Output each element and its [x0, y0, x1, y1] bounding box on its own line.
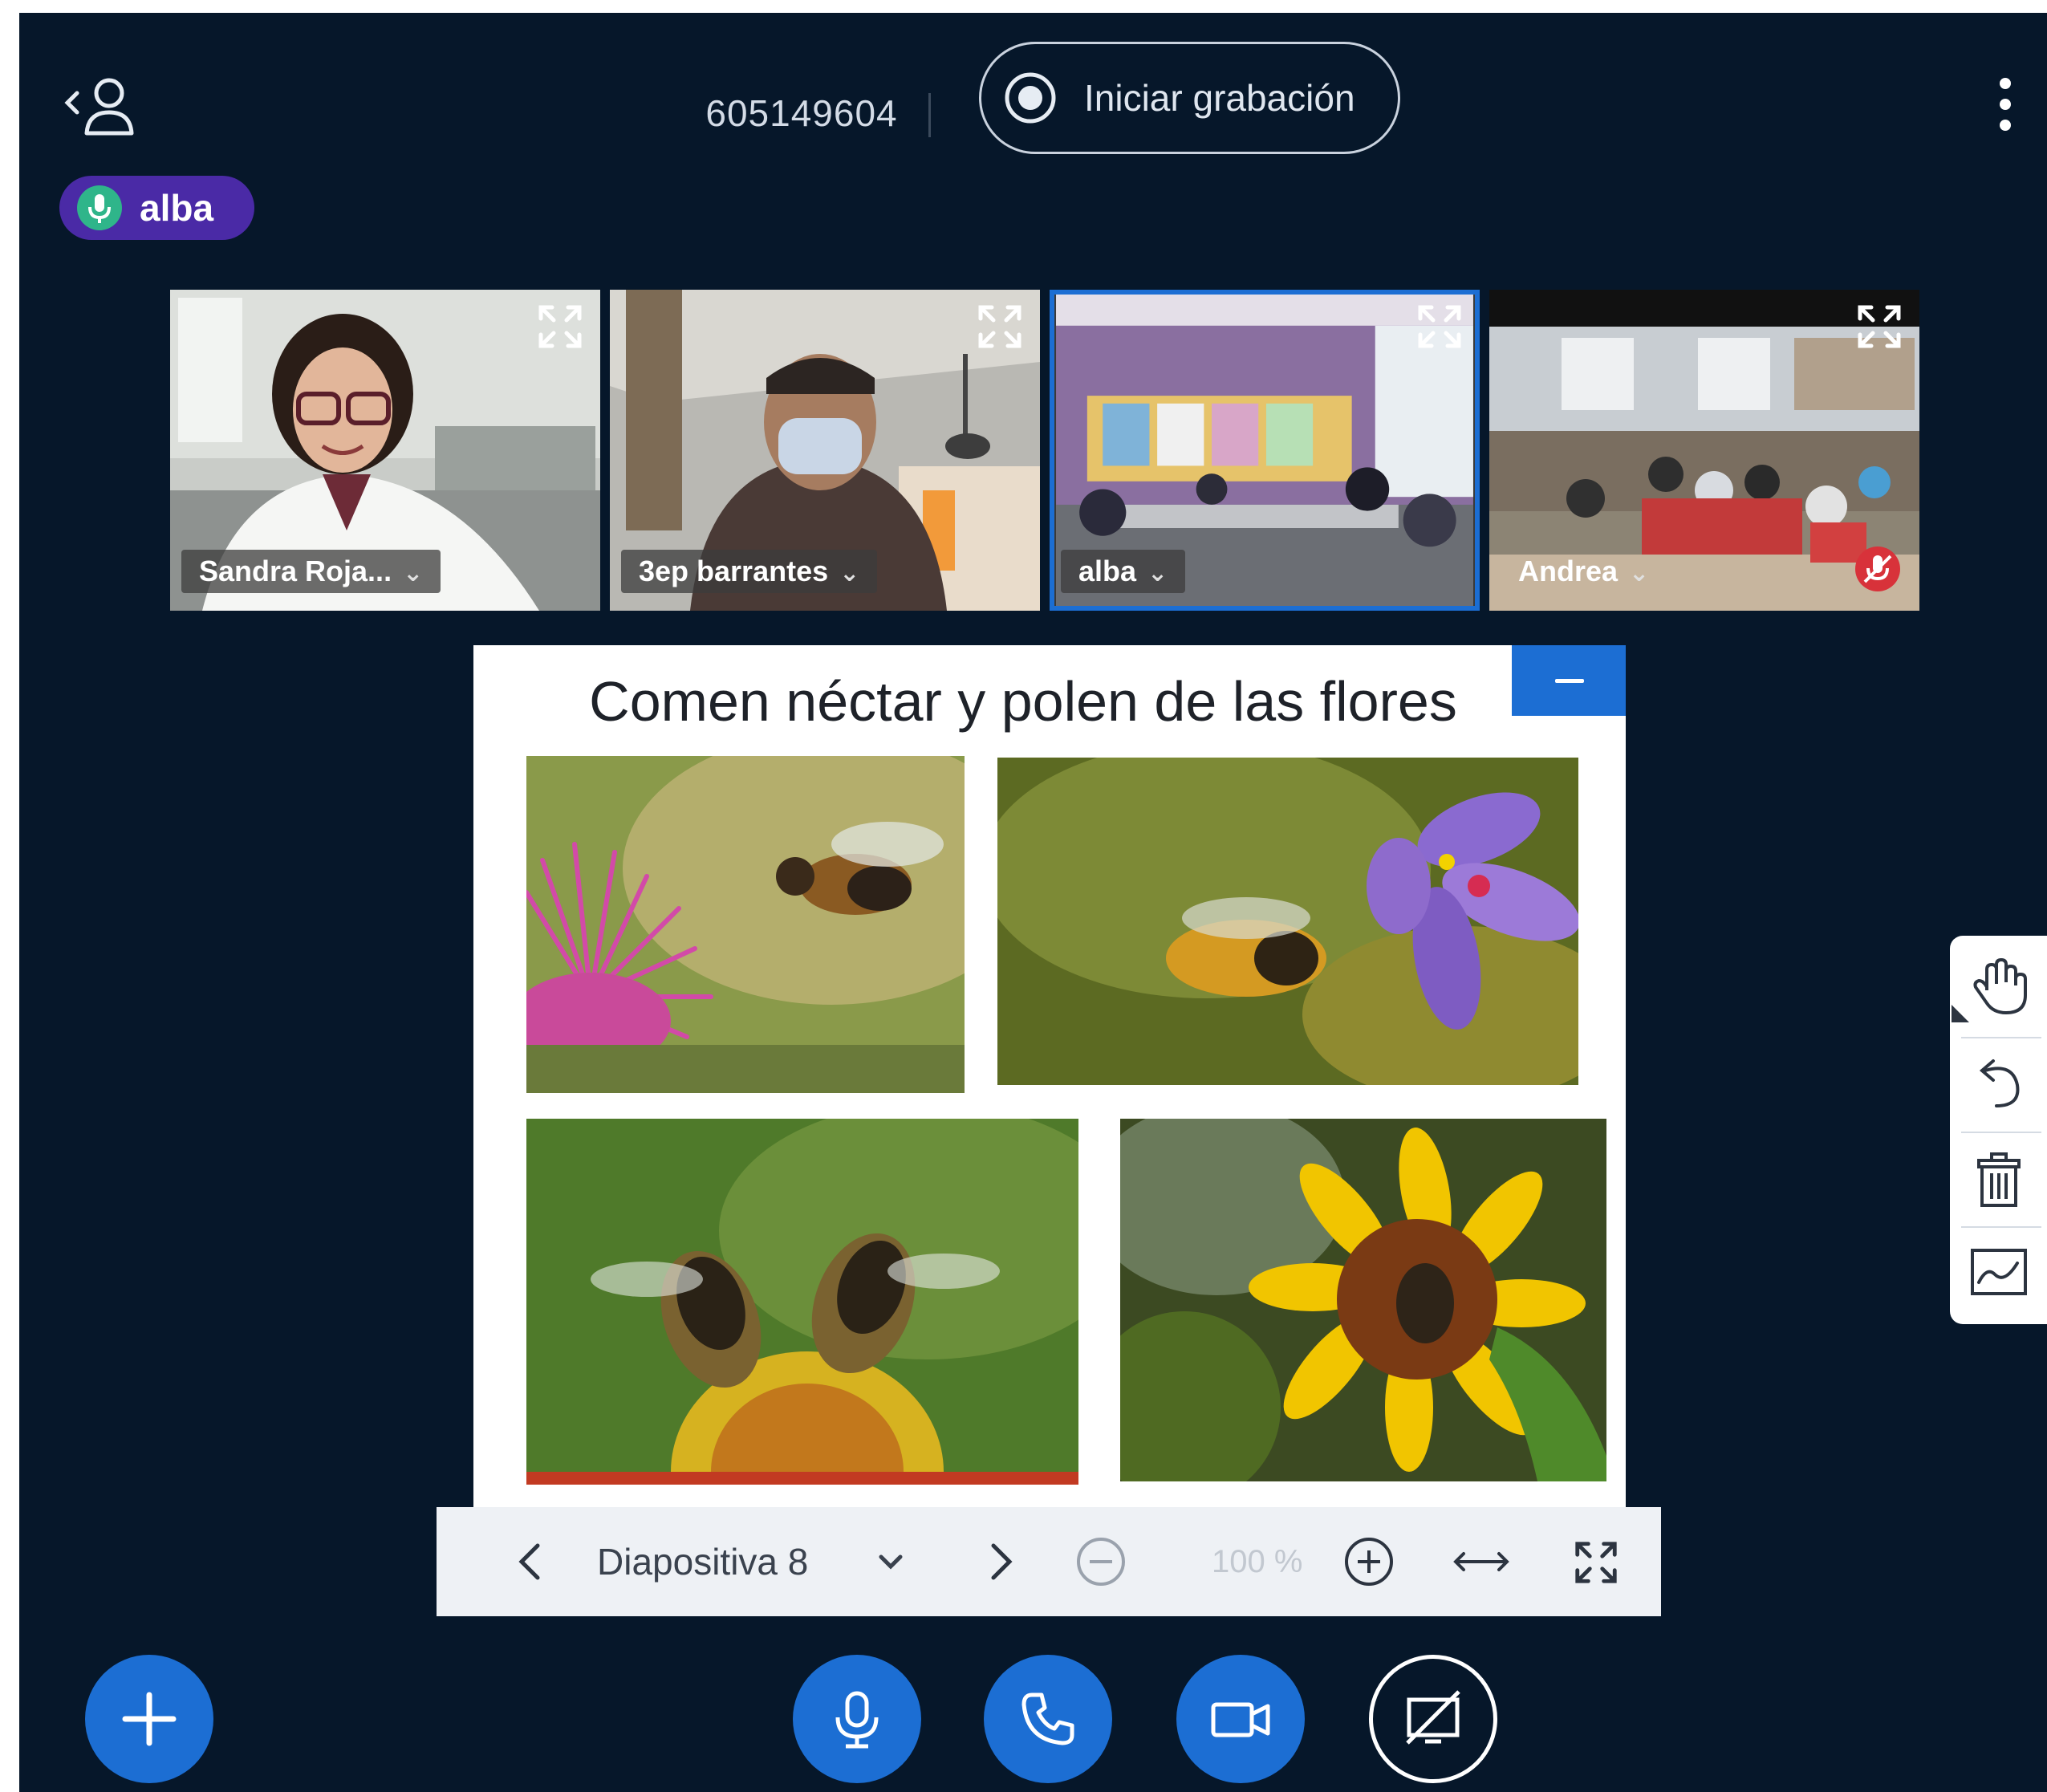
- talking-user-name: alba: [140, 187, 214, 229]
- slide-photo-bees-yellow-flower: [526, 1119, 1078, 1485]
- microphone-button[interactable]: [793, 1655, 921, 1783]
- toolbar-divider: [1961, 1037, 2041, 1038]
- leave-audio-button[interactable]: [984, 1655, 1112, 1783]
- zoom-level: 100 %: [1212, 1544, 1303, 1579]
- expand-icon[interactable]: [534, 301, 586, 352]
- participant-name-tag[interactable]: 3ep barrantes ⌄: [621, 550, 878, 593]
- muted-microphone-icon: [1854, 545, 1902, 593]
- slide-photo-bee-sunflower: [1120, 1119, 1606, 1481]
- chevron-down-icon: ⌄: [1147, 560, 1168, 587]
- expand-icon[interactable]: [1854, 301, 1905, 352]
- toolbar-divider: [1961, 1226, 2041, 1228]
- slide-title: Comen néctar y polen de las flores: [589, 670, 1457, 733]
- toolbar-divider: [1961, 1132, 2041, 1133]
- participant-name: Sandra Roja...: [199, 555, 392, 587]
- phone-icon: [1016, 1687, 1080, 1751]
- plus-icon: [117, 1687, 181, 1751]
- next-slide-icon[interactable]: [977, 1539, 1022, 1584]
- trash-icon[interactable]: [1968, 1148, 2030, 1210]
- zoom-in-icon[interactable]: [1342, 1534, 1396, 1589]
- chevron-down-icon[interactable]: [875, 1546, 907, 1578]
- fit-width-icon[interactable]: [1449, 1542, 1513, 1581]
- minimize-icon: [1555, 679, 1584, 683]
- talking-indicator[interactable]: alba: [59, 176, 254, 240]
- presentation-slide: Comen néctar y polen de las flores: [473, 645, 1626, 1520]
- record-icon: [1004, 71, 1057, 124]
- tool-options-indicator: [1952, 1005, 1969, 1022]
- microphone-icon: [825, 1687, 889, 1751]
- participant-name-tag[interactable]: Sandra Roja... ⌄: [181, 550, 441, 593]
- participant-name-tag[interactable]: alba ⌄: [1061, 550, 1186, 593]
- participant-name-tag[interactable]: Andrea ⌄: [1501, 550, 1667, 593]
- start-recording-label: Iniciar grabación: [1084, 77, 1355, 119]
- screen-share-off-icon: [1401, 1687, 1465, 1751]
- microphone-icon: [75, 184, 124, 232]
- video-tile-alba[interactable]: alba ⌄: [1050, 290, 1480, 611]
- meeting-id: 605149604: [705, 92, 898, 134]
- start-recording-button[interactable]: Iniciar grabación: [979, 42, 1400, 154]
- video-tile-3ep-barrantes[interactable]: 3ep barrantes ⌄: [610, 290, 1040, 611]
- video-tile-andrea[interactable]: Andrea ⌄: [1489, 290, 1919, 611]
- previous-slide-icon[interactable]: [509, 1539, 554, 1584]
- expand-icon[interactable]: [1414, 301, 1465, 352]
- add-actions-button[interactable]: [85, 1655, 213, 1783]
- hand-pan-icon[interactable]: [1968, 955, 2030, 1018]
- header-divider: [928, 93, 931, 137]
- undo-icon[interactable]: [1968, 1053, 2030, 1115]
- participant-name: Andrea: [1518, 555, 1619, 587]
- fullscreen-icon[interactable]: [1571, 1538, 1621, 1587]
- participant-name: alba: [1078, 555, 1137, 587]
- slide-photo-bee-thistle: [526, 756, 965, 1093]
- slide-photo-bee-purple-flower: [997, 758, 1578, 1085]
- whiteboard-toolbar: [1950, 936, 2047, 1324]
- video-tile-sandra[interactable]: Sandra Roja... ⌄: [170, 290, 600, 611]
- conference-app: 605149604 Iniciar grabación alba Sandra …: [19, 13, 2047, 1792]
- more-options-icon[interactable]: [1993, 72, 2017, 136]
- participant-name: 3ep barrantes: [639, 555, 829, 587]
- zoom-out-icon[interactable]: [1074, 1534, 1128, 1589]
- screen-share-button[interactable]: [1369, 1655, 1497, 1783]
- expand-icon[interactable]: [974, 301, 1026, 352]
- chevron-down-icon: ⌄: [403, 560, 424, 587]
- chevron-down-icon: ⌄: [1629, 560, 1650, 587]
- camera-icon: [1208, 1687, 1273, 1751]
- presentation-toolbar: Diapositiva 8 100 %: [437, 1507, 1661, 1616]
- minimize-presentation-button[interactable]: [1512, 645, 1626, 716]
- chevron-down-icon: ⌄: [839, 560, 860, 587]
- user-list-icon[interactable]: [59, 69, 148, 141]
- multi-user-whiteboard-icon[interactable]: [1968, 1242, 2030, 1305]
- camera-button[interactable]: [1176, 1655, 1305, 1783]
- slide-selector-label[interactable]: Diapositiva 8: [597, 1507, 808, 1616]
